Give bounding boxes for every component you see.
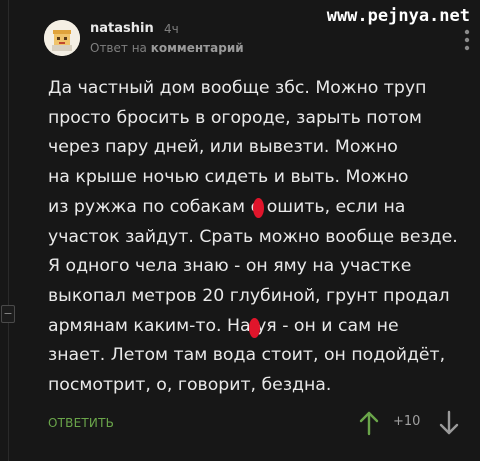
- watermark: www.pejnya.net: [326, 6, 470, 26]
- comment-body: Да частный дом вообще збс. Можно труп пр…: [48, 78, 458, 396]
- comment-footer: ОТВЕТИТЬ +10: [48, 410, 468, 438]
- reply-info: Ответ на комментарий: [90, 41, 244, 55]
- cartoon-face-avatar: [44, 20, 80, 56]
- censor-mark: [249, 318, 260, 338]
- more-vertical-icon[interactable]: [464, 28, 470, 56]
- reply-button[interactable]: ОТВЕТИТЬ: [48, 416, 114, 430]
- avatar[interactable]: [44, 20, 80, 56]
- censor-mark: [253, 198, 264, 218]
- author-name[interactable]: natashin: [90, 21, 154, 36]
- collapse-thread-button[interactable]: −: [1, 305, 15, 323]
- reply-prefix: Ответ на: [90, 41, 147, 55]
- reply-target-link[interactable]: комментарий: [151, 41, 244, 55]
- rating-value: +10: [393, 414, 421, 429]
- arrow-down-icon[interactable]: [438, 410, 460, 436]
- comment-card: − natashin 4ч Ответ на комментарий www.p…: [0, 0, 480, 461]
- comment-time: 4ч: [164, 22, 179, 36]
- arrow-up-icon[interactable]: [358, 410, 380, 436]
- comment-header: natashin 4ч Ответ на комментарий: [44, 20, 464, 60]
- thread-line: [8, 0, 9, 461]
- minus-collapse-icon: −: [3, 307, 13, 320]
